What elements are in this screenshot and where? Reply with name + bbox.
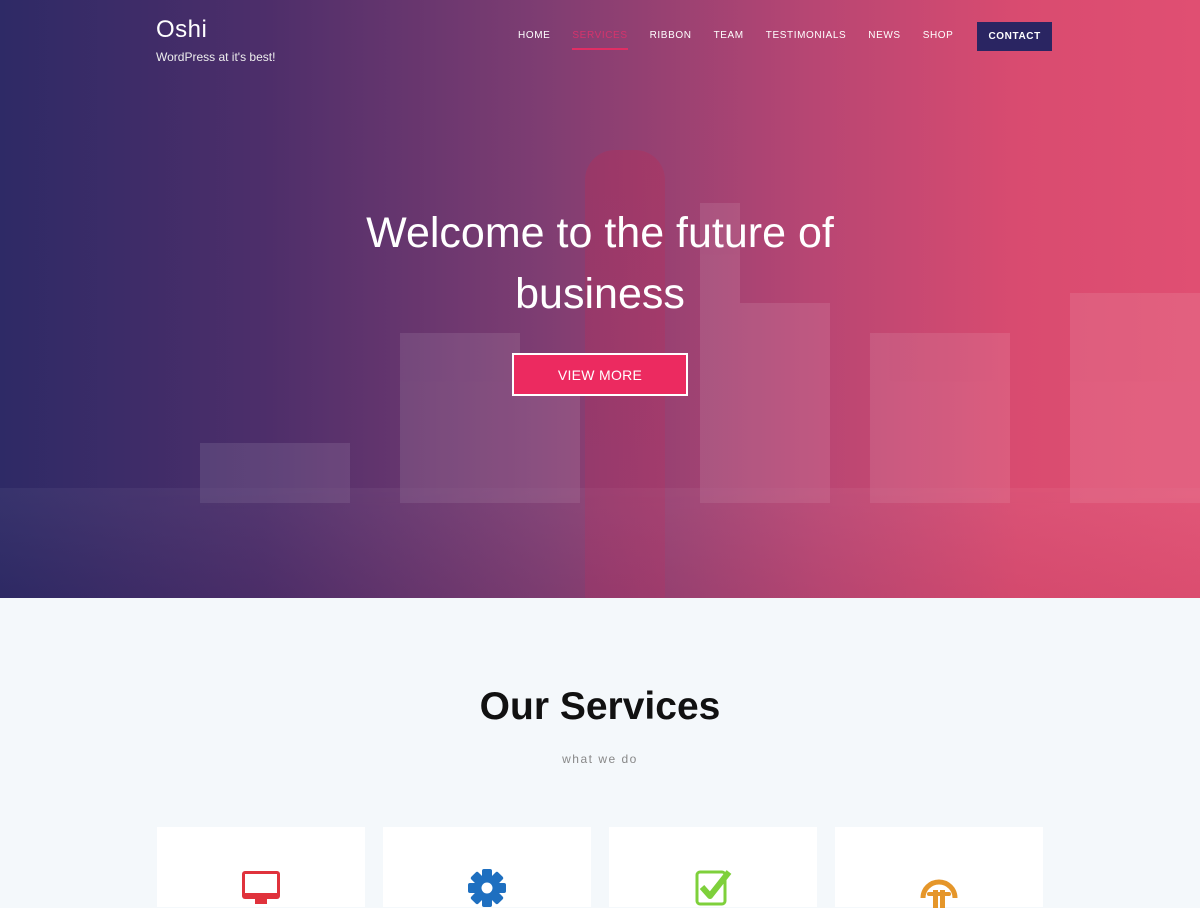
- nav-services[interactable]: SERVICES: [572, 23, 628, 50]
- main-nav: HOME SERVICES RIBBON TEAM TESTIMONIALS N…: [518, 22, 1052, 51]
- site-title[interactable]: Oshi: [156, 16, 275, 44]
- monitor-icon: [242, 871, 280, 904]
- site-tagline: WordPress at it's best!: [156, 50, 276, 64]
- nav-news[interactable]: NEWS: [868, 23, 900, 50]
- hero-title-line2: business: [515, 270, 685, 318]
- nav-testimonials[interactable]: TESTIMONIALS: [766, 23, 847, 50]
- checkbox-icon: [695, 870, 732, 906]
- service-card[interactable]: [383, 827, 591, 907]
- services-section: Our Services what we do: [0, 598, 1200, 908]
- nav-ribbon[interactable]: RIBBON: [650, 23, 692, 50]
- gear-icon: [468, 869, 506, 907]
- headphones-icon: [920, 879, 958, 908]
- services-title: Our Services: [479, 685, 721, 728]
- service-card[interactable]: [835, 827, 1043, 908]
- site-branding: Oshi WordPress at it's best!: [156, 16, 275, 64]
- hero-title: Welcome to the future of business: [300, 203, 900, 325]
- nav-shop[interactable]: SHOP: [923, 23, 954, 50]
- contact-button[interactable]: CONTACT: [977, 22, 1052, 51]
- hero-title-line1: Welcome to the future of: [366, 209, 834, 257]
- hero-section: Oshi WordPress at it's best! HOME SERVIC…: [0, 0, 1200, 598]
- service-card[interactable]: [157, 827, 365, 907]
- services-subtitle: what we do: [562, 752, 638, 766]
- nav-team[interactable]: TEAM: [714, 23, 744, 50]
- view-more-button[interactable]: VIEW MORE: [512, 353, 688, 396]
- nav-home[interactable]: HOME: [518, 23, 550, 50]
- service-card[interactable]: [609, 827, 817, 907]
